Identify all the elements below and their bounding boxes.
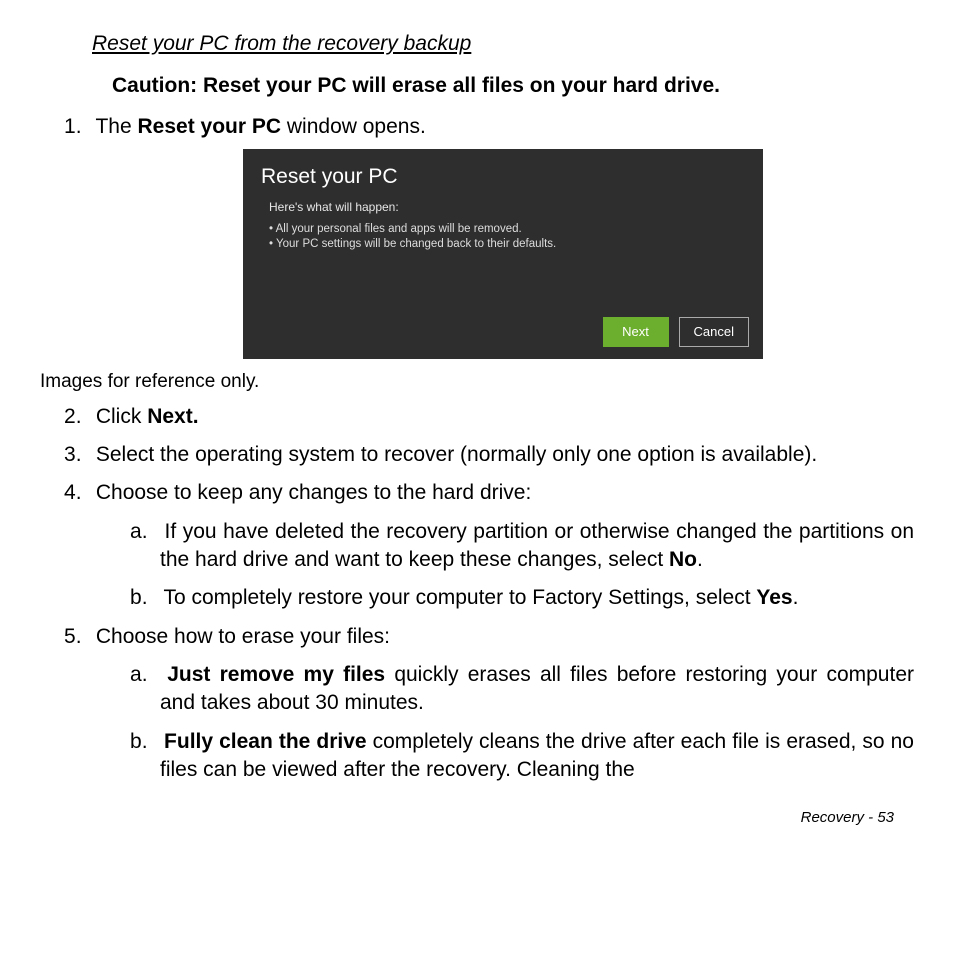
- step4b-text-a: To completely restore your computer to F…: [163, 586, 756, 609]
- step4b-bold: Yes: [756, 586, 792, 609]
- step5-text: Choose how to erase your files:: [96, 625, 390, 648]
- screenshot-bullet-1: All your personal files and apps will be…: [269, 222, 745, 238]
- step5-sublist: Just remove my files quickly erases all …: [92, 661, 914, 784]
- step-2: Click Next.: [64, 403, 914, 431]
- footer-page-number: 53: [877, 809, 894, 826]
- step4b-text-b: .: [793, 586, 799, 609]
- step-5b: Fully clean the drive completely cleans …: [130, 728, 914, 785]
- step5b-bold: Fully clean the drive: [164, 730, 367, 753]
- step1-text-a: The: [95, 115, 137, 138]
- step4a-text-b: .: [697, 548, 703, 571]
- steps-list: The Reset your PC window opens. Reset yo…: [40, 113, 914, 359]
- screenshot-bullets: All your personal files and apps will be…: [269, 222, 745, 253]
- step-5a: Just remove my files quickly erases all …: [130, 661, 914, 718]
- step-4: Choose to keep any changes to the hard d…: [64, 479, 914, 612]
- step1-text-b: window opens.: [281, 115, 426, 138]
- step4a-text-a: If you have deleted the recovery partiti…: [160, 520, 914, 571]
- screenshot-buttons: Next Cancel: [603, 317, 749, 347]
- cancel-button[interactable]: Cancel: [679, 317, 749, 347]
- screenshot-bullet-2: Your PC settings will be changed back to…: [269, 237, 745, 253]
- step3-text: Select the operating system to recover (…: [96, 443, 817, 466]
- step2-text: Click: [96, 405, 147, 428]
- step4-sublist: If you have deleted the recovery partiti…: [92, 518, 914, 613]
- next-button[interactable]: Next: [603, 317, 669, 347]
- manual-page: Reset your PC from the recovery backup C…: [0, 0, 954, 849]
- step4-text: Choose to keep any changes to the hard d…: [96, 481, 531, 504]
- screenshot-title: Reset your PC: [261, 163, 745, 191]
- step2-bold: Next.: [147, 405, 198, 428]
- screenshot-subtitle: Here's what will happen:: [269, 199, 745, 215]
- caution-text: Caution: Reset your PC will erase all fi…: [112, 72, 914, 100]
- reset-pc-screenshot: Reset your PC Here's what will happen: A…: [243, 149, 763, 359]
- step1-bold: Reset your PC: [138, 115, 282, 138]
- page-footer: Recovery - 53: [40, 808, 914, 828]
- step-4b: To completely restore your computer to F…: [130, 584, 914, 612]
- section-heading: Reset your PC from the recovery backup: [92, 30, 914, 58]
- step4a-bold: No: [669, 548, 697, 571]
- step-5: Choose how to erase your files: Just rem…: [64, 623, 914, 785]
- step-4a: If you have deleted the recovery partiti…: [130, 518, 914, 575]
- step-3: Select the operating system to recover (…: [64, 441, 914, 469]
- step5a-bold: Just remove my files: [167, 663, 385, 686]
- image-caption: Images for reference only.: [40, 369, 914, 395]
- steps-list-cont: Click Next. Select the operating system …: [40, 403, 914, 785]
- footer-section: Recovery -: [801, 809, 878, 826]
- step-1: The Reset your PC window opens. Reset yo…: [64, 113, 914, 359]
